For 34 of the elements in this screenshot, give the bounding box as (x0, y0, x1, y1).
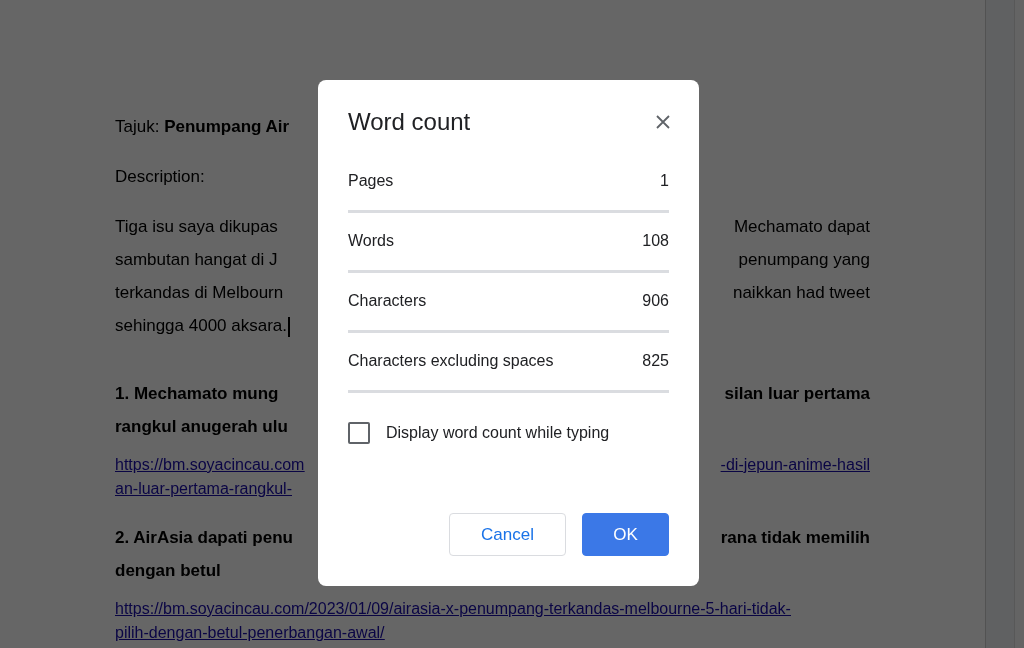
stat-value: 825 (642, 351, 669, 372)
stat-value: 108 (642, 231, 669, 252)
heading-text: rangkul anugerah ulu (115, 417, 288, 436)
link[interactable]: -di-jepun-anime-hasil (720, 453, 870, 477)
paragraph-text: Description: (115, 167, 205, 186)
stat-label: Words (348, 231, 394, 252)
heading-text: rana tidak memilih (720, 527, 870, 549)
cancel-button[interactable]: Cancel (449, 513, 566, 556)
checkbox[interactable] (348, 421, 370, 444)
paragraph-text: Tiga isu saya dikupas (115, 217, 278, 236)
stat-label: Pages (348, 171, 394, 192)
paragraph-text: sehingga 4000 aksara. (115, 316, 288, 335)
link[interactable]: https://bm.soyacincau.com/2023/01/09/airasia-x-penumpang-terkandas-melbourne-5-hari-tidak- (115, 600, 791, 617)
paragraph-text: Tajuk: Penumpang Air (115, 117, 290, 136)
dialog-title: Word count (348, 108, 471, 137)
link[interactable]: pilih-dengan-betul-penerbangan-awal/ (115, 624, 385, 641)
heading-text: silan luar pertama (724, 383, 870, 405)
paragraph-text: terkandas di Melbourn (115, 283, 284, 302)
stat-value: 1 (660, 171, 669, 192)
paragraph-text: naikkan had tweet (732, 282, 870, 304)
heading-text: dengan betul (115, 561, 221, 580)
ok-button[interactable]: OK (582, 513, 669, 556)
stat-label: Characters (348, 291, 427, 312)
heading-text: 1. Mechamato mung (115, 384, 279, 403)
paragraph-text: Mechamato dapat (733, 216, 870, 238)
checkbox-label: Display word count while typing (386, 422, 610, 443)
heading-text: 2. AirAsia dapati penu (115, 528, 293, 547)
close-icon (655, 114, 671, 131)
paragraph-text: penumpang yang (738, 249, 870, 271)
stat-value: 906 (642, 291, 669, 312)
stat-label: Characters excluding spaces (348, 351, 554, 372)
paragraph-text: sambutan hangat di J (115, 250, 278, 269)
link[interactable]: an-luar-pertama-rangkul- (115, 480, 292, 497)
link[interactable]: https://bm.soyacincau.com (115, 456, 305, 473)
